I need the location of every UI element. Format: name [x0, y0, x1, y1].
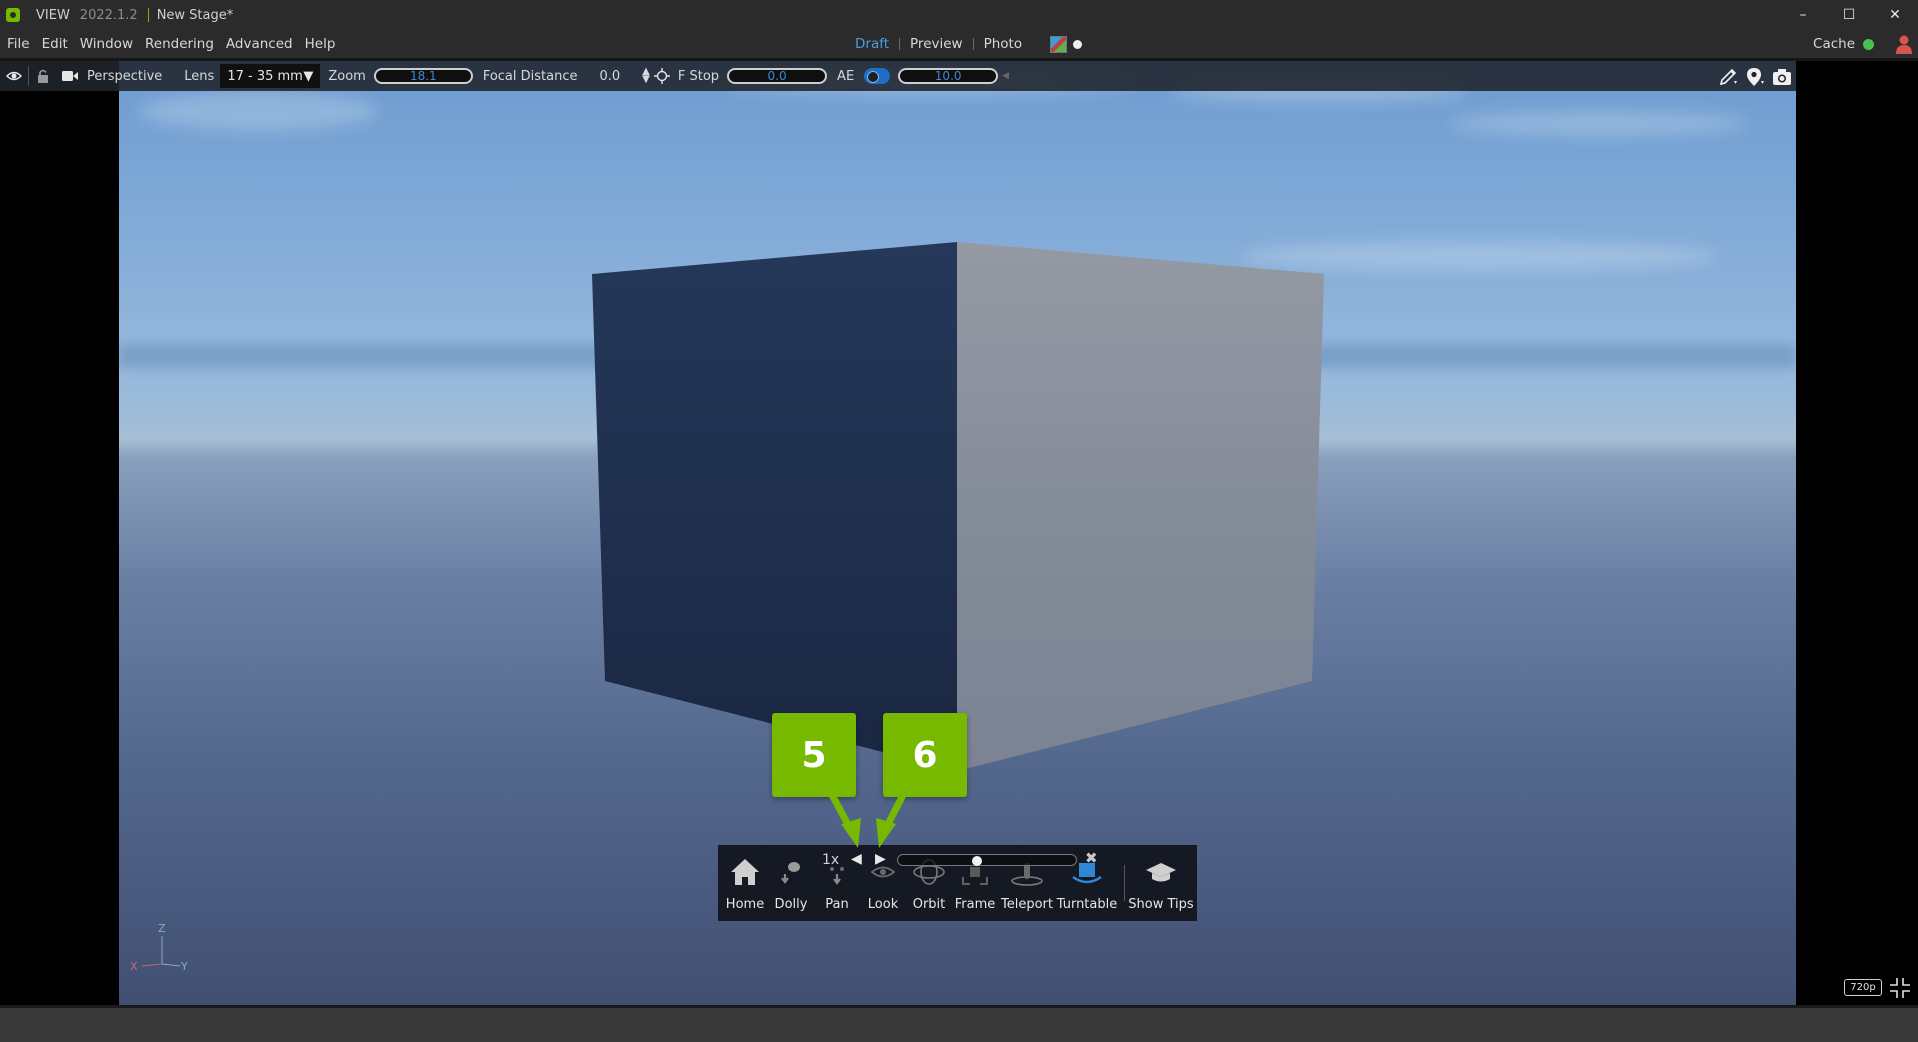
- lens-value: 17 - 35 mm: [227, 68, 303, 84]
- menu-window[interactable]: Window: [80, 36, 133, 52]
- nav-speed-control: 1x ◀ ▶ ✖: [785, 849, 1125, 871]
- zoom-slider[interactable]: 18.1: [373, 68, 473, 84]
- minimize-button[interactable]: –: [1780, 0, 1826, 30]
- render-status-dot-icon: [1073, 39, 1083, 49]
- nav-look-label: Look: [867, 897, 899, 912]
- callout-5: 5: [772, 713, 856, 797]
- stage-name: New Stage*: [156, 7, 234, 23]
- speed-slider-knob[interactable]: [972, 856, 982, 866]
- title-separator: [147, 8, 149, 22]
- nav-show-tips-label: Show Tips: [1128, 897, 1194, 912]
- lock-icon[interactable]: [35, 68, 51, 84]
- render-settings-icon[interactable]: [1050, 35, 1068, 53]
- eye-icon[interactable]: [6, 68, 22, 84]
- focal-distance-label: Focal Distance: [482, 68, 578, 84]
- callout-6: 6: [883, 713, 967, 797]
- cache-label: Cache: [1813, 36, 1855, 52]
- axes-gizmo: Z X Y: [130, 922, 188, 973]
- nav-turntable-label: Turntable: [1056, 897, 1118, 912]
- menu-rendering[interactable]: Rendering: [145, 36, 214, 52]
- nav-dolly-label: Dolly: [774, 897, 808, 912]
- app-logo-icon: [6, 8, 20, 22]
- focus-target-icon[interactable]: [653, 68, 670, 84]
- cube-right-face[interactable]: [957, 242, 1324, 771]
- user-icon[interactable]: [1894, 34, 1914, 54]
- fstop-label: F Stop: [677, 68, 720, 84]
- viewport-toolbar: Perspective Lens 17 - 35 mm ▼ Zoom 18.1 …: [0, 61, 1796, 91]
- camera-name[interactable]: Perspective: [87, 69, 162, 84]
- speed-slider[interactable]: [897, 854, 1077, 866]
- window-controls: – ☐ ✕: [1780, 0, 1918, 30]
- close-icon[interactable]: ✖: [1085, 849, 1098, 867]
- nav-pan-label: Pan: [825, 897, 849, 912]
- cache-status[interactable]: Cache: [1813, 30, 1874, 58]
- lens-dropdown[interactable]: 17 - 35 mm ▼: [220, 64, 321, 88]
- toolbar-separator: [28, 66, 29, 86]
- video-camera-icon[interactable]: [61, 68, 79, 84]
- menu-help[interactable]: Help: [305, 36, 336, 52]
- render-mode-draft[interactable]: Draft: [845, 36, 899, 52]
- home-icon: [731, 859, 759, 885]
- nav-speed-value: 1x: [822, 852, 840, 868]
- zoom-label: Zoom: [328, 68, 366, 84]
- render-mode-photo[interactable]: Photo: [974, 36, 1033, 52]
- axis-z-label: Z: [158, 922, 166, 935]
- auto-exposure-toggle[interactable]: [864, 68, 891, 84]
- nav-frame-label: Frame: [954, 897, 996, 912]
- app-name: VIEW: [36, 7, 70, 23]
- fullscreen-collapse-icon[interactable]: [1888, 976, 1912, 1000]
- nav-home-label: Home: [725, 897, 765, 912]
- speed-increase-button[interactable]: ▶: [875, 851, 886, 867]
- resolution-badge[interactable]: 720p: [1844, 979, 1882, 996]
- menu-file[interactable]: File: [7, 36, 30, 52]
- maximize-button[interactable]: ☐: [1826, 0, 1872, 30]
- fstop-slider[interactable]: 0.0: [727, 68, 828, 84]
- exposure-slider[interactable]: 10.0: [898, 68, 999, 84]
- menu-edit[interactable]: Edit: [42, 36, 68, 52]
- map-pin-icon[interactable]: [1745, 67, 1765, 87]
- menu-advanced[interactable]: Advanced: [226, 36, 293, 52]
- axis-y-label: Y: [180, 960, 188, 973]
- title-bar: VIEW 2022.1.2 New Stage* – ☐ ✕: [0, 0, 1918, 30]
- close-button[interactable]: ✕: [1872, 0, 1918, 30]
- axis-x-label: X: [130, 960, 138, 973]
- viewport-tools: [1711, 67, 1792, 87]
- app-version: 2022.1.2: [79, 7, 138, 23]
- cube-left-face[interactable]: [592, 242, 957, 771]
- nav-home-button[interactable]: Home: [722, 845, 768, 921]
- status-bar: [0, 1005, 1918, 1042]
- auto-exposure-label: AE: [837, 68, 855, 84]
- cache-status-dot-icon: [1863, 38, 1874, 50]
- menu-bar: File Edit Window Rendering Advanced Help…: [0, 30, 1918, 58]
- viewport-letterbox-right: [1796, 61, 1918, 1005]
- spinner-arrows-icon[interactable]: ▲ ▼: [642, 67, 650, 85]
- collapse-arrow-icon[interactable]: ◀: [1002, 71, 1009, 81]
- chevron-down-icon: ▼: [303, 68, 314, 84]
- lens-label: Lens: [184, 68, 215, 84]
- app-window: VIEW 2022.1.2 New Stage* – ☐ ✕ File Edit…: [0, 0, 1918, 1042]
- nav-orbit-label: Orbit: [912, 897, 946, 912]
- graduation-cap-icon: [1146, 863, 1176, 882]
- focal-distance-value[interactable]: 0.0: [599, 69, 620, 84]
- speed-decrease-button[interactable]: ◀: [851, 851, 862, 867]
- render-mode-switcher: Draft Preview Photo: [845, 30, 1083, 58]
- pencil-icon[interactable]: [1718, 67, 1738, 87]
- render-mode-preview[interactable]: Preview: [900, 36, 973, 52]
- nav-show-tips-button[interactable]: Show Tips: [1128, 845, 1194, 921]
- viewport-letterbox-left: [0, 61, 119, 1005]
- nav-teleport-label: Teleport: [1001, 897, 1053, 912]
- camera-icon[interactable]: [1772, 67, 1792, 87]
